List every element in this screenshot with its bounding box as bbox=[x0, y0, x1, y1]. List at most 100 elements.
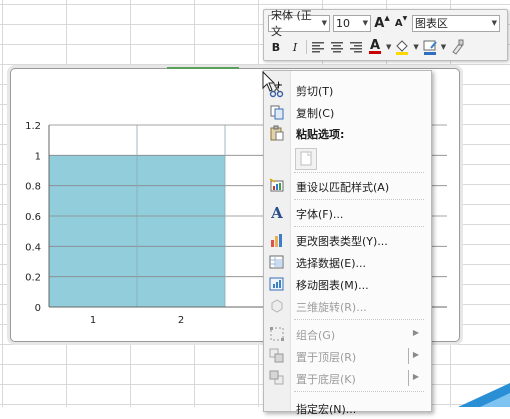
menu-item-reset-style-label: 重设以匹配样式(A) bbox=[296, 181, 390, 194]
y-tick-label: 1.2 bbox=[25, 121, 41, 132]
align-left-icon bbox=[312, 42, 324, 53]
shrink-font-label: A bbox=[394, 17, 403, 29]
chart-type-icon bbox=[271, 234, 282, 247]
split-divider bbox=[408, 348, 409, 364]
menu-item-change-chart-type[interactable]: 更改图表类型(Y)... bbox=[264, 229, 431, 251]
format-painter-icon bbox=[452, 39, 464, 55]
bold-button[interactable]: B bbox=[268, 38, 284, 56]
y-tick-label: 1 bbox=[35, 151, 41, 162]
font-name-value: 宋体 (正文 bbox=[271, 9, 312, 38]
chart-bar[interactable] bbox=[49, 155, 137, 307]
menu-separator bbox=[294, 391, 424, 392]
y-tick-label: 0.2 bbox=[25, 273, 41, 284]
menu-separator bbox=[294, 199, 424, 200]
chevron-down-icon: ▼ bbox=[321, 19, 327, 27]
menu-item-copy[interactable]: 复制(C) bbox=[264, 101, 431, 123]
shrink-font-button[interactable]: A ▼ bbox=[393, 14, 409, 32]
decorative-stripe bbox=[458, 383, 510, 407]
y-tick-label: 0.6 bbox=[25, 212, 41, 223]
menu-separator bbox=[294, 319, 424, 320]
submenu-arrow-icon: ▶ bbox=[412, 328, 419, 337]
menu-item-assign-macro[interactable]: 指定宏(N)... bbox=[264, 397, 431, 419]
paste-clipboard-icon bbox=[300, 151, 312, 166]
x-tick-label: 2 bbox=[178, 315, 184, 326]
menu-item-font-label: 字体(F)... bbox=[296, 208, 344, 221]
y-tick-label: 0.8 bbox=[25, 182, 41, 193]
font-color-swatch bbox=[369, 50, 381, 54]
font-color-button[interactable]: A bbox=[367, 38, 383, 56]
shrink-arrow-icon: ▼ bbox=[402, 14, 408, 22]
x-tick-label: 1 bbox=[90, 315, 96, 326]
bold-label: B bbox=[271, 40, 281, 54]
chart-element-combo[interactable]: 图表区 ▼ bbox=[412, 14, 500, 32]
menu-item-bring-front[interactable]: 置于顶层(R) ▶ bbox=[264, 345, 431, 367]
menu-item-reset-style[interactable]: 重设以匹配样式(A) bbox=[264, 175, 431, 197]
bring-to-front-icon bbox=[269, 348, 284, 363]
grow-font-label: A bbox=[374, 15, 385, 31]
reset-style-icon bbox=[269, 178, 284, 192]
align-center-button[interactable] bbox=[329, 38, 345, 56]
grow-font-button[interactable]: A ▲ bbox=[374, 14, 390, 32]
menu-item-copy-label: 复制(C) bbox=[296, 107, 335, 120]
group-icon bbox=[270, 327, 284, 341]
menu-item-rotate-3d[interactable]: 三维旋转(R)... bbox=[264, 295, 431, 317]
menu-item-assign-macro-label: 指定宏(N)... bbox=[296, 403, 357, 416]
menu-item-select-data-label: 选择数据(E)... bbox=[296, 257, 367, 270]
align-left-button[interactable] bbox=[310, 38, 326, 56]
paste-option-button[interactable] bbox=[295, 148, 317, 170]
fill-color-button[interactable] bbox=[394, 38, 410, 56]
y-tick-label: 0.4 bbox=[25, 242, 41, 253]
italic-label: I bbox=[292, 40, 298, 54]
context-menu: 剪切(T) 复制(C) 粘贴选项: 重设以匹配样式(A) A 字体(F)... … bbox=[263, 70, 432, 416]
chart-bar[interactable] bbox=[137, 155, 225, 307]
menu-item-group-label: 组合(G) bbox=[296, 329, 336, 342]
y-tick-label: 0 bbox=[35, 303, 41, 314]
align-right-icon bbox=[350, 42, 362, 53]
grow-arrow-icon: ▲ bbox=[384, 14, 390, 22]
chevron-down-icon: ▼ bbox=[362, 19, 368, 27]
rotate-3d-icon bbox=[271, 299, 283, 313]
font-icon: A bbox=[271, 204, 283, 222]
menu-item-move-chart-label: 移动图表(M)... bbox=[296, 279, 369, 292]
menu-item-cut[interactable]: 剪切(T) bbox=[264, 79, 431, 101]
chevron-down-icon[interactable]: ▼ bbox=[441, 43, 446, 51]
menu-item-move-chart[interactable]: 移动图表(M)... bbox=[264, 273, 431, 295]
mouse-pointer-icon bbox=[262, 71, 282, 92]
font-size-combo[interactable]: 10 ▼ bbox=[333, 14, 371, 32]
copy-icon bbox=[270, 105, 284, 120]
send-to-back-icon bbox=[269, 370, 284, 385]
chart-element-value: 图表区 bbox=[415, 17, 448, 30]
paint-bucket-icon bbox=[396, 40, 409, 55]
submenu-arrow-icon: ▶ bbox=[412, 372, 419, 381]
menu-item-send-back[interactable]: 置于底层(K) ▶ bbox=[264, 367, 431, 389]
menu-item-change-chart-type-label: 更改图表类型(Y)... bbox=[296, 235, 388, 248]
menu-item-cut-label: 剪切(T) bbox=[296, 85, 334, 98]
toolbar-separator bbox=[306, 40, 307, 54]
menu-item-group[interactable]: 组合(G) ▶ bbox=[264, 323, 431, 345]
format-painter-button[interactable] bbox=[449, 38, 465, 56]
outline-color-button[interactable] bbox=[422, 38, 438, 56]
move-chart-icon bbox=[269, 277, 284, 291]
align-right-button[interactable] bbox=[348, 38, 364, 56]
menu-item-bring-front-label: 置于顶层(R) bbox=[296, 351, 357, 364]
menu-item-send-back-label: 置于底层(K) bbox=[296, 373, 356, 386]
font-color-letter: A bbox=[369, 37, 381, 53]
pen-outline-icon bbox=[423, 40, 437, 55]
paste-icon bbox=[270, 125, 284, 141]
paste-options-label: 粘贴选项: bbox=[296, 128, 345, 141]
menu-item-font[interactable]: A 字体(F)... bbox=[264, 202, 431, 224]
font-name-combo[interactable]: 宋体 (正文 ▼ bbox=[268, 9, 330, 38]
chevron-down-icon[interactable]: ▼ bbox=[413, 43, 418, 51]
menu-item-paste-options: 粘贴选项: bbox=[264, 122, 431, 144]
menu-separator bbox=[294, 226, 424, 227]
menu-item-select-data[interactable]: 选择数据(E)... bbox=[264, 251, 431, 273]
split-divider bbox=[408, 370, 409, 386]
align-center-icon bbox=[331, 42, 343, 53]
italic-button[interactable]: I bbox=[287, 38, 303, 56]
submenu-arrow-icon: ▶ bbox=[412, 350, 419, 359]
menu-separator bbox=[294, 172, 424, 173]
font-size-value: 10 bbox=[336, 16, 350, 30]
chevron-down-icon[interactable]: ▼ bbox=[386, 43, 391, 51]
mini-toolbar: 宋体 (正文 ▼ 10 ▼ A ▲ A ▼ 图表区 ▼ B I A ▼ ▼ ▼ bbox=[263, 9, 508, 61]
menu-item-rotate-3d-label: 三维旋转(R)... bbox=[296, 301, 367, 314]
